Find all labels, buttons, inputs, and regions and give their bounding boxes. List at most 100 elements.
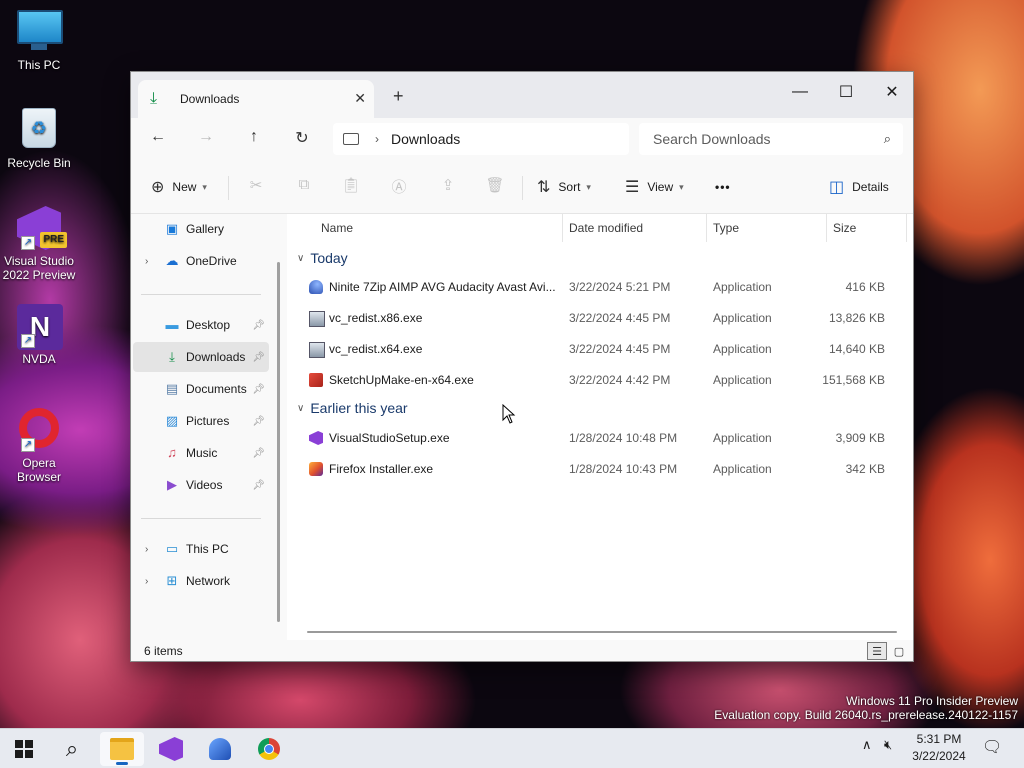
download-icon: ⤓	[169, 349, 175, 364]
file-row[interactable]: VisualStudioSetup.exe 1/28/2024 10:48 PM…	[301, 423, 907, 453]
minimize-button[interactable]: —	[777, 78, 823, 106]
sidebar-item-gallery[interactable]: ▣ Gallery	[133, 214, 269, 244]
close-button[interactable]: ✕	[869, 78, 913, 106]
taskbar-chrome[interactable]	[247, 732, 291, 766]
start-button[interactable]	[2, 732, 46, 766]
shortcut-arrow-icon: ↗	[21, 438, 35, 452]
file-row[interactable]: Ninite 7Zip AIMP AVG Audacity Avast Avi.…	[301, 272, 907, 302]
ninite-icon	[209, 738, 231, 760]
document-icon: ▤	[165, 381, 179, 396]
chevron-right-icon[interactable]: ›	[145, 544, 148, 555]
column-header-name[interactable]: Name	[311, 214, 563, 242]
back-button[interactable]: ←	[145, 128, 171, 150]
notifications-icon[interactable]: 🗨︎	[982, 737, 1002, 757]
chevron-down-icon: ∨	[297, 402, 305, 414]
pin-icon[interactable]: 📌︎	[252, 448, 265, 459]
forward-button[interactable]: →	[193, 128, 219, 150]
sidebar-item-videos[interactable]: ▶ Videos 📌︎	[133, 470, 269, 500]
sidebar-item-desktop[interactable]: ▬ Desktop 📌︎	[133, 310, 269, 340]
show-hidden-icons-button[interactable]: ∧	[862, 737, 872, 753]
desktop-icon-nvda[interactable]: N ↗ NVDA	[2, 304, 76, 366]
clock-time: 5:31 PM	[916, 732, 962, 746]
download-icon: ⤓	[150, 90, 158, 107]
desktop-icon-this-pc[interactable]: This PC	[2, 10, 76, 72]
desktop-icon-visual-studio[interactable]: PRE ↗ Visual Studio 2022 Preview	[2, 206, 76, 282]
sidebar-item-pictures[interactable]: ▨ Pictures 📌︎	[133, 406, 269, 436]
rename-icon[interactable]: Ⓐ	[388, 176, 410, 196]
toolbar-divider	[228, 176, 229, 200]
details-view-button[interactable]: ☰	[867, 642, 887, 660]
new-tab-button[interactable]: +	[393, 86, 404, 107]
search-input[interactable]: Search Downloads	[653, 131, 884, 147]
taskbar-visual-studio[interactable]	[149, 732, 193, 766]
sidebar-item-this-pc[interactable]: › ▭ This PC	[133, 534, 269, 564]
sidebar-divider	[141, 294, 261, 295]
cut-icon[interactable]: ✂	[245, 176, 267, 196]
sidebar-item-music[interactable]: ♫ Music 📌︎	[133, 438, 269, 468]
column-header-type[interactable]: Type	[707, 214, 827, 242]
pin-icon[interactable]: 📌︎	[252, 480, 265, 491]
sort-button[interactable]: ⇅ Sort ▾	[537, 174, 591, 200]
desktop-icon-recycle-bin[interactable]: ♻ Recycle Bin	[2, 108, 76, 170]
more-options-button[interactable]: •••	[715, 174, 731, 200]
desktop-icon-opera[interactable]: ↗ Opera Browser	[2, 408, 76, 484]
file-row[interactable]: vc_redist.x64.exe 3/22/2024 4:45 PM Appl…	[301, 334, 907, 364]
chevron-right-icon[interactable]: ›	[145, 256, 148, 267]
view-button[interactable]: ☰ View ▾	[625, 174, 684, 200]
chevron-right-icon[interactable]: ›	[375, 132, 379, 146]
file-row[interactable]: Firefox Installer.exe 1/28/2024 10:43 PM…	[301, 454, 907, 484]
sort-icon: ⇅	[537, 179, 551, 196]
up-button[interactable]: ↑	[241, 128, 267, 150]
file-explorer-window: ⤓ Downloads ✕ + — ☐ ✕ ← → ↑ ↻ › Download…	[130, 71, 914, 662]
share-icon[interactable]: ⇪	[437, 176, 459, 196]
tiles-view-button[interactable]: ▢	[889, 642, 909, 660]
close-tab-icon[interactable]: ✕	[354, 90, 366, 107]
pin-icon[interactable]: 📌︎	[252, 320, 265, 331]
file-row[interactable]: SketchUpMake-en-x64.exe 3/22/2024 4:42 P…	[301, 365, 907, 395]
tab-downloads[interactable]: ⤓ Downloads ✕	[138, 80, 374, 118]
search-box[interactable]: Search Downloads ⌕	[639, 123, 903, 155]
paste-icon[interactable]: 📋︎	[340, 176, 362, 196]
visual-studio-icon: PRE ↗	[17, 206, 67, 250]
sidebar-scrollbar[interactable]	[277, 262, 280, 622]
sidebar-item-onedrive[interactable]: › ☁ OneDrive	[133, 246, 269, 276]
maximize-button[interactable]: ☐	[823, 78, 869, 106]
pin-icon[interactable]: 📌︎	[252, 416, 265, 427]
title-bar[interactable]: ⤓ Downloads ✕ + — ☐ ✕	[131, 72, 913, 118]
chevron-down-icon: ▾	[679, 181, 684, 192]
copy-icon[interactable]: ⧉	[293, 176, 315, 196]
desktop-icon-label: NVDA	[22, 352, 56, 366]
sidebar-item-downloads[interactable]: ⤓ Downloads 📌︎	[133, 342, 269, 372]
taskbar-file-explorer[interactable]	[100, 732, 144, 766]
horizontal-scrollbar[interactable]	[307, 631, 897, 633]
speaker-muted-icon[interactable]: 🔇︎	[884, 737, 892, 753]
sidebar-item-network[interactable]: › ⊞ Network	[133, 566, 269, 596]
details-pane-button[interactable]: ◫ Details	[829, 174, 889, 200]
cloud-icon: ☁	[165, 253, 179, 268]
group-header-today[interactable]: ∨ Today	[297, 250, 348, 266]
taskbar: ⌕ ∧ 🔇︎ 5:31 PM 3/22/2024 🗨︎	[0, 728, 1024, 768]
breadcrumb-downloads[interactable]: Downloads	[391, 131, 460, 147]
column-header-date-modified[interactable]: Date modified	[563, 214, 707, 242]
recycle-bin-icon: ♻	[17, 108, 61, 152]
firefox-icon	[309, 462, 323, 476]
taskbar-ninite[interactable]	[198, 732, 242, 766]
column-header-size[interactable]: Size	[827, 214, 907, 242]
chevron-right-icon[interactable]: ›	[145, 576, 148, 587]
delete-icon[interactable]: 🗑︎	[484, 176, 506, 196]
address-bar[interactable]: › Downloads	[333, 123, 629, 155]
sidebar-item-documents[interactable]: ▤ Documents 📌︎	[133, 374, 269, 404]
clock[interactable]: 5:31 PM 3/22/2024	[904, 731, 974, 765]
gallery-icon: ▣	[165, 221, 179, 236]
new-button[interactable]: ⊕ New ▾	[151, 174, 207, 200]
pin-icon[interactable]: 📌︎	[252, 384, 265, 395]
pin-icon[interactable]: 📌︎	[252, 352, 265, 363]
computer-icon	[17, 10, 63, 54]
group-header-earlier-this-year[interactable]: ∨ Earlier this year	[297, 400, 408, 416]
item-count: 6 items	[144, 644, 183, 658]
search-button[interactable]: ⌕	[50, 732, 94, 766]
toolbar-divider	[522, 176, 523, 200]
file-row[interactable]: vc_redist.x86.exe 3/22/2024 4:45 PM Appl…	[301, 303, 907, 333]
search-icon: ⌕	[65, 736, 79, 761]
refresh-button[interactable]: ↻	[289, 128, 315, 150]
